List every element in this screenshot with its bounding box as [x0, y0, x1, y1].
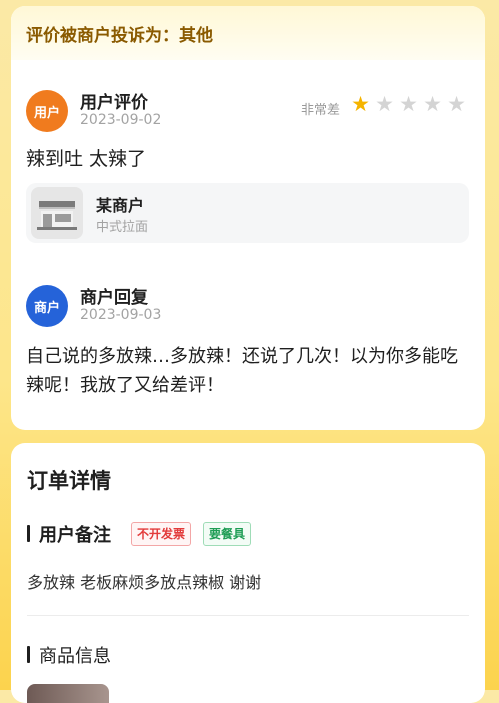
star-filled-icon: ★ [351, 92, 370, 116]
user-avatar-label: 用户 [33, 105, 60, 121]
cutlery-tag: 要餐具 [203, 522, 252, 546]
user-avatar: 用户 [26, 90, 68, 132]
merchant-reply-title: 商户回复 [80, 288, 148, 308]
shop-name: 某商户 [96, 196, 145, 215]
goods-section-title: 商品信息 [39, 646, 111, 667]
star-rating: ★ ★ ★ ★ ★ [350, 94, 467, 115]
remark-section-marker [27, 525, 30, 542]
review-content: 辣到吐 太辣了 [26, 148, 147, 170]
user-review-date: 2023-09-02 [80, 112, 162, 128]
star-empty-icon: ★ [375, 92, 394, 116]
storefront-icon [31, 187, 83, 239]
no-invoice-tag: 不开发票 [131, 522, 192, 546]
complaint-banner: 评价被商户投诉为：其他 [11, 6, 485, 60]
merchant-avatar-label: 商户 [33, 300, 60, 316]
review-card: 评价被商户投诉为：其他 用户 用户评价 2023-09-02 非常差 ★ ★ ★ ★ ★… [11, 6, 485, 430]
complaint-text: 评价被商户投诉为：其他 [26, 25, 213, 46]
remark-section-title: 用户备注 [39, 525, 111, 546]
goods-section-marker [27, 646, 30, 663]
rating-label: 非常差 [300, 103, 340, 118]
star-empty-icon: ★ [447, 92, 466, 116]
order-details-card: 订单详情 用户备注 不开发票 要餐具 多放辣 老板麻烦多放点辣椒 谢谢 商品信息 [11, 443, 485, 703]
merchant-reply-content: 自己说的多放辣…多放辣！还说了几次！以为你多能吃辣呢！我放了又给差评！ [26, 346, 458, 396]
order-title: 订单详情 [27, 469, 111, 493]
order-remark: 多放辣 老板麻烦多放点辣椒 谢谢 [27, 573, 262, 592]
shop-category: 中式拉面 [96, 220, 149, 235]
merchant-reply-date: 2023-09-03 [80, 307, 162, 323]
product-thumbnail[interactable] [27, 684, 109, 703]
section-divider [27, 615, 469, 616]
user-review-title: 用户评价 [80, 93, 148, 113]
star-empty-icon: ★ [399, 92, 418, 116]
merchant-avatar: 商户 [26, 285, 68, 327]
shop-card[interactable]: 某商户 中式拉面 [26, 183, 469, 243]
star-empty-icon: ★ [423, 92, 442, 116]
